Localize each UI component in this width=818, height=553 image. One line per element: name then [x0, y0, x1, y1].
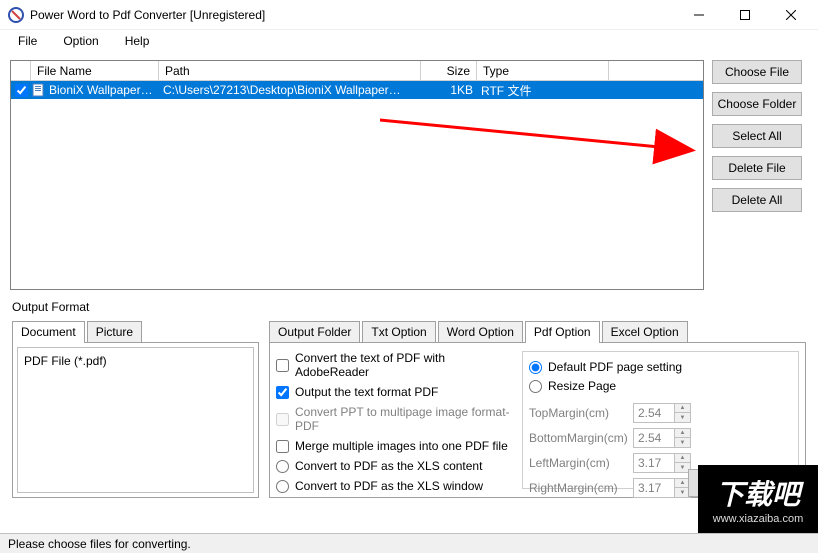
table-row[interactable]: BioniX Wallpaper… C:\Users\27213\Desktop… — [11, 81, 703, 99]
choose-folder-button[interactable]: Choose Folder — [712, 92, 802, 116]
bottom-margin-input — [634, 429, 674, 447]
row-size: 1KB — [421, 83, 477, 97]
opt-convert-text-adobe[interactable]: Convert the text of PDF with AdobeReader — [276, 351, 516, 379]
status-bar: Please choose files for converting. — [0, 533, 818, 553]
col-size[interactable]: Size — [421, 61, 477, 80]
window-title: Power Word to Pdf Converter [Unregistere… — [30, 8, 676, 22]
status-text: Please choose files for converting. — [8, 537, 191, 551]
select-all-button[interactable]: Select All — [712, 124, 802, 148]
doc-item-pdf[interactable]: PDF File (*.pdf) — [24, 354, 247, 368]
spin-down-icon: ▼ — [675, 438, 690, 447]
maximize-button[interactable] — [722, 0, 768, 30]
menu-option[interactable]: Option — [51, 32, 110, 50]
right-margin-input — [634, 479, 674, 497]
tab-document[interactable]: Document — [12, 321, 85, 343]
opt-resize-page[interactable]: Resize Page — [529, 379, 792, 393]
tab-txt-option[interactable]: Txt Option — [362, 321, 435, 343]
spin-up-icon: ▲ — [675, 454, 690, 463]
titlebar: Power Word to Pdf Converter [Unregistere… — [0, 0, 818, 30]
row-type: RTF 文件 — [477, 82, 609, 99]
col-check[interactable] — [11, 61, 31, 80]
spin-up-icon: ▲ — [675, 404, 690, 413]
top-margin-input — [634, 404, 674, 422]
opt-default-pdf-page[interactable]: Default PDF page setting — [529, 360, 792, 374]
output-format-label: Output Format — [12, 300, 806, 314]
menubar: File Option Help — [0, 30, 818, 52]
convert-button[interactable]: Convert — [688, 469, 788, 497]
menu-file[interactable]: File — [6, 32, 49, 50]
opt-convert-xls-content[interactable]: Convert to PDF as the XLS content — [276, 459, 516, 473]
col-type[interactable]: Type — [477, 61, 609, 80]
delete-all-button[interactable]: Delete All — [712, 188, 802, 212]
delete-file-button[interactable]: Delete File — [712, 156, 802, 180]
watermark-url: www.xiazaiba.com — [713, 513, 803, 525]
col-path[interactable]: Path — [159, 61, 421, 80]
opt-convert-xls-window[interactable]: Convert to PDF as the XLS window — [276, 479, 516, 493]
row-path: C:\Users\27213\Desktop\BioniX Wallpaper… — [159, 83, 421, 97]
top-margin-row: TopMargin(cm) ▲▼ — [529, 403, 792, 423]
table-header: File Name Path Size Type — [11, 61, 703, 81]
tab-pdf-option[interactable]: Pdf Option — [525, 321, 600, 343]
app-icon — [8, 7, 24, 23]
close-button[interactable] — [768, 0, 814, 30]
tab-picture[interactable]: Picture — [87, 321, 142, 343]
choose-file-button[interactable]: Choose File — [712, 60, 802, 84]
doc-listbox[interactable]: PDF File (*.pdf) — [17, 347, 254, 493]
row-filename: BioniX Wallpaper… — [49, 83, 153, 97]
tab-output-folder[interactable]: Output Folder — [269, 321, 360, 343]
col-filename[interactable]: File Name — [31, 61, 159, 80]
bottom-margin-row: BottomMargin(cm) ▲▼ — [529, 428, 792, 448]
spin-down-icon: ▼ — [675, 413, 690, 422]
opt-convert-ppt-multipage: Convert PPT to multipage image format-PD… — [276, 405, 516, 433]
opt-output-text-pdf[interactable]: Output the text format PDF — [276, 385, 516, 399]
menu-help[interactable]: Help — [113, 32, 162, 50]
file-icon — [31, 83, 47, 97]
tab-excel-option[interactable]: Excel Option — [602, 321, 688, 343]
spin-up-icon: ▲ — [675, 429, 690, 438]
tab-word-option[interactable]: Word Option — [438, 321, 523, 343]
opt-merge-images[interactable]: Merge multiple images into one PDF file — [276, 439, 516, 453]
left-margin-input — [634, 454, 674, 472]
row-checkbox[interactable] — [15, 84, 28, 97]
file-table: File Name Path Size Type BioniX Wallpape… — [10, 60, 704, 290]
minimize-button[interactable] — [676, 0, 722, 30]
doc-tab-panel: PDF File (*.pdf) — [12, 342, 259, 498]
